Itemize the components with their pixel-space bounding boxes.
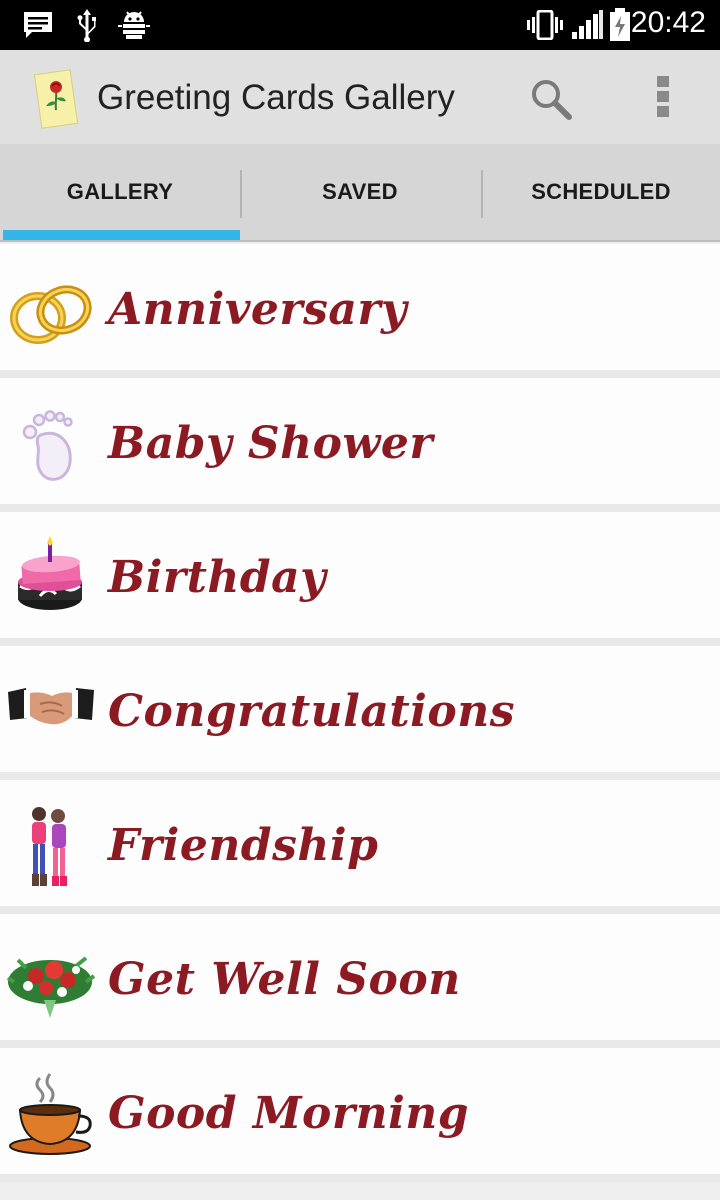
status-bar: 20:42: [0, 0, 720, 50]
birthday-cake-icon: [18, 536, 82, 610]
overflow-menu-button[interactable]: [645, 72, 681, 124]
category-label: Friendship: [108, 820, 379, 871]
signal-icon: [572, 10, 603, 39]
category-label: Birthday: [108, 552, 327, 603]
app-title: Greeting Cards Gallery: [97, 78, 455, 117]
coffee-cup-icon: [9, 1073, 92, 1155]
category-label: Get Well Soon: [108, 954, 461, 1005]
battery-charging-icon: [610, 8, 630, 41]
overflow-menu-icon: [645, 76, 681, 117]
message-icon: [24, 12, 52, 38]
category-list: Anniversary Baby Shower Birthday Congrat…: [0, 244, 720, 1182]
friends-icon: [32, 807, 67, 886]
tab-saved[interactable]: SAVED: [240, 144, 480, 240]
vibrate-icon: [527, 10, 563, 40]
usb-icon: [77, 9, 96, 42]
list-item-congratulations[interactable]: Congratulations: [0, 646, 720, 780]
status-time: 20:42: [630, 6, 706, 39]
search-button[interactable]: [525, 74, 577, 124]
list-item-anniversary[interactable]: Anniversary: [0, 244, 720, 378]
category-label: Baby Shower: [108, 418, 434, 469]
list-item-friendship[interactable]: Friendship: [0, 780, 720, 914]
selected-tab-indicator: [3, 230, 240, 240]
list-item-get-well-soon[interactable]: Get Well Soon: [0, 914, 720, 1048]
tab-bar: GALLERY SAVED SCHEDULED: [0, 144, 720, 242]
list-item-baby-shower[interactable]: Baby Shower: [0, 378, 720, 512]
list-item-birthday[interactable]: Birthday: [0, 512, 720, 646]
app-bar: Greeting Cards Gallery: [0, 50, 720, 144]
category-label: Good Morning: [108, 1088, 470, 1139]
list-item-good-morning[interactable]: Good Morning: [0, 1048, 720, 1182]
handshake-icon: [8, 688, 94, 725]
android-debug-icon: [118, 11, 150, 39]
tab-scheduled[interactable]: SCHEDULED: [481, 144, 720, 240]
category-label: Congratulations: [108, 686, 516, 737]
rose-card-icon: [33, 69, 79, 129]
tab-gallery[interactable]: GALLERY: [0, 144, 240, 240]
flower-bouquet-icon: [6, 956, 96, 1018]
category-label: Anniversary: [108, 284, 408, 335]
search-icon: [532, 80, 572, 120]
wedding-rings-icon: [10, 285, 92, 344]
baby-footprint-icon: [22, 410, 73, 481]
